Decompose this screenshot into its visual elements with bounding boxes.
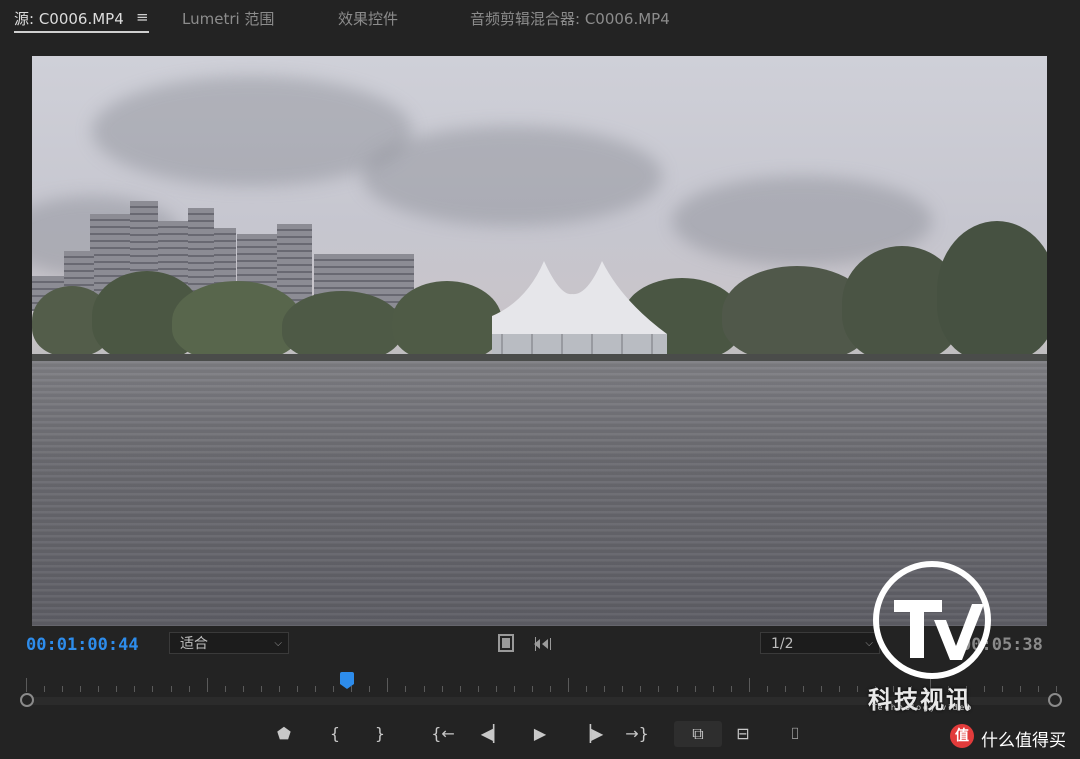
ruler-tick <box>460 686 461 692</box>
panel-tab-bar: 源: C0006.MP4 ≡ Lumetri 范围 效果控件 音频剪辑混合器: … <box>0 0 1080 40</box>
tab-lumetri-scopes[interactable]: Lumetri 范围 <box>182 8 274 29</box>
add-marker-button[interactable]: ⬟ <box>274 721 294 747</box>
ruler-tick <box>279 686 280 692</box>
tab-source[interactable]: 源: C0006.MP4 <box>14 8 124 29</box>
ruler-tick <box>713 686 714 692</box>
ruler-tick <box>243 686 244 692</box>
playhead[interactable] <box>340 672 354 689</box>
playback-resolution-select[interactable]: 1/2 ⌵ <box>760 632 880 654</box>
ruler-tick <box>532 686 533 692</box>
ruler-tick <box>405 686 406 692</box>
ruler-tick <box>658 686 659 692</box>
current-timecode[interactable]: 00:01:00:44 <box>26 635 139 655</box>
ruler-tick <box>496 686 497 692</box>
export-frame-button[interactable]: ⌷ <box>782 721 808 747</box>
ruler-tick <box>387 678 388 692</box>
ruler-tick <box>803 686 804 692</box>
ruler-tick <box>586 686 587 692</box>
ruler-tick <box>261 686 262 692</box>
tent-structure <box>492 261 667 354</box>
ruler-tick <box>369 686 370 692</box>
ruler-tick <box>442 686 443 692</box>
zoom-handle-left[interactable] <box>20 693 34 707</box>
ruler-tick <box>152 686 153 692</box>
zoom-level-select[interactable]: 适合 ⌵ <box>169 632 289 654</box>
ruler-tick <box>857 686 858 692</box>
ruler-tick <box>171 686 172 692</box>
film-settings-icon[interactable] <box>498 634 514 656</box>
ruler-tick <box>821 686 822 692</box>
ruler-tick <box>297 686 298 692</box>
chevron-down-icon: ⌵ <box>274 638 282 649</box>
step-forward-button[interactable]: ▕▶ <box>578 721 604 747</box>
ruler-tick <box>98 686 99 692</box>
ruler-tick <box>767 686 768 692</box>
tab-audio-clip-mixer[interactable]: 音频剪辑混合器: C0006.MP4 <box>470 8 670 29</box>
ruler-tick <box>622 686 623 692</box>
ruler-tick <box>333 686 334 692</box>
ruler-tick <box>984 686 985 692</box>
go-to-in-button[interactable]: {← <box>430 721 456 747</box>
ruler-tick <box>134 686 135 692</box>
ruler-tick <box>731 686 732 692</box>
ruler-tick <box>514 686 515 692</box>
ruler-tick <box>80 686 81 692</box>
ruler-tick <box>677 686 678 692</box>
ruler-tick <box>695 686 696 692</box>
mark-in-button[interactable]: { <box>325 721 345 747</box>
ruler-tick <box>207 678 208 692</box>
ruler-tick <box>1002 686 1003 692</box>
ruler-tick <box>1020 686 1021 692</box>
ruler-tick <box>568 678 569 692</box>
ruler-tick <box>839 686 840 692</box>
ruler-tick <box>604 686 605 692</box>
ruler-tick <box>478 686 479 692</box>
insert-button[interactable]: ⧉ <box>674 721 722 747</box>
ruler-tick <box>785 686 786 692</box>
ruler-tick <box>44 686 45 692</box>
zoom-level-value: 适合 <box>180 636 208 652</box>
ruler-tick <box>640 686 641 692</box>
active-tab-indicator <box>14 31 149 33</box>
panel-menu-icon[interactable]: ≡ <box>136 8 149 26</box>
overwrite-button[interactable]: ⊟ <box>728 721 758 747</box>
ruler-tick <box>1038 686 1039 692</box>
playback-resolution-value: 1/2 <box>771 636 794 652</box>
site-logo-icon: 值 <box>950 724 974 748</box>
tv-watermark-logo <box>873 561 991 679</box>
ruler-tick <box>26 678 27 692</box>
ruler-tick <box>749 678 750 692</box>
ruler-tick <box>1056 686 1057 692</box>
ruler-tick <box>550 686 551 692</box>
step-back-button[interactable]: ◀▏ <box>480 721 506 747</box>
play-button[interactable]: ▶ <box>528 721 552 747</box>
ruler-tick <box>116 686 117 692</box>
tab-effect-controls[interactable]: 效果控件 <box>338 8 398 29</box>
ruler-tick <box>62 686 63 692</box>
go-to-out-button[interactable]: →} <box>624 721 650 747</box>
site-watermark-text: 什么值得买 <box>981 731 1066 751</box>
mark-out-button[interactable]: } <box>370 721 390 747</box>
ruler-tick <box>424 686 425 692</box>
insert-arrows-icon[interactable] <box>532 636 554 655</box>
source-monitor-frame[interactable] <box>32 56 1047 626</box>
zoom-handle-right[interactable] <box>1048 693 1062 707</box>
ruler-tick <box>225 686 226 692</box>
ruler-tick <box>189 686 190 692</box>
ruler-tick <box>315 686 316 692</box>
brand-watermark-subtitle: Technology video <box>872 703 974 712</box>
